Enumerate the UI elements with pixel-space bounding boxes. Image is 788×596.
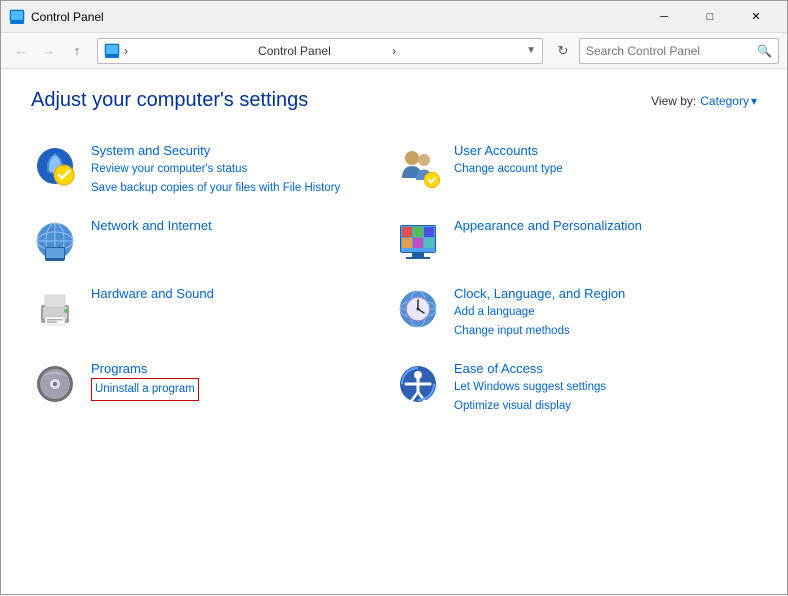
- address-sep2: ›: [392, 44, 522, 58]
- category-hardware: Hardware and Sound: [31, 275, 394, 350]
- address-text: ›: [124, 44, 254, 58]
- up-button[interactable]: ↑: [65, 39, 89, 63]
- system-security-link-1[interactable]: Review your computer's status: [91, 160, 384, 178]
- user-accounts-icon: [394, 142, 442, 190]
- programs-content: Programs Uninstall a program: [91, 360, 384, 401]
- network-icon: [31, 217, 79, 265]
- category-appearance: Appearance and Personalization: [394, 207, 757, 275]
- title-bar: Control Panel ─ □ ✕: [1, 1, 787, 33]
- app-icon: [9, 9, 25, 25]
- back-button[interactable]: ←: [9, 39, 33, 63]
- programs-icon: [31, 360, 79, 408]
- network-title[interactable]: Network and Internet: [91, 217, 384, 235]
- appearance-content: Appearance and Personalization: [454, 217, 747, 235]
- window-title: Control Panel: [31, 10, 641, 24]
- category-clock: Clock, Language, and Region Add a langua…: [394, 275, 757, 350]
- clock-link-2[interactable]: Change input methods: [454, 322, 747, 340]
- programs-link-1[interactable]: Uninstall a program: [91, 378, 199, 400]
- system-security-content: System and Security Review your computer…: [91, 142, 384, 197]
- category-ease-of-access: Ease of Access Let Windows suggest setti…: [394, 350, 757, 425]
- system-security-icon: [31, 142, 79, 190]
- address-bar[interactable]: › Control Panel › ▼: [97, 38, 543, 64]
- ease-link-2[interactable]: Optimize visual display: [454, 397, 747, 415]
- address-dropdown-icon[interactable]: ▼: [526, 45, 536, 56]
- user-accounts-link-1[interactable]: Change account type: [454, 160, 747, 178]
- ease-of-access-content: Ease of Access Let Windows suggest setti…: [454, 360, 747, 415]
- user-accounts-content: User Accounts Change account type: [454, 142, 747, 179]
- hardware-content: Hardware and Sound: [91, 285, 384, 303]
- close-button[interactable]: ✕: [733, 1, 779, 33]
- appearance-icon: [394, 217, 442, 265]
- network-content: Network and Internet: [91, 217, 384, 235]
- hardware-title[interactable]: Hardware and Sound: [91, 285, 384, 303]
- view-by-dropdown[interactable]: Category ▾: [700, 94, 757, 108]
- search-bar[interactable]: 🔍: [579, 38, 779, 64]
- clock-link-1[interactable]: Add a language: [454, 303, 747, 321]
- nav-bar: ← → ↑ › Control Panel › ▼ ↻ 🔍: [1, 33, 787, 69]
- address-path: Control Panel: [258, 44, 388, 58]
- category-system-security: System and Security Review your computer…: [31, 132, 394, 207]
- clock-title[interactable]: Clock, Language, and Region: [454, 285, 747, 303]
- forward-button[interactable]: →: [37, 39, 61, 63]
- refresh-button[interactable]: ↻: [551, 39, 575, 63]
- page-title: Adjust your computer's settings: [31, 89, 308, 112]
- minimize-button[interactable]: ─: [641, 1, 687, 33]
- hardware-icon: [31, 285, 79, 333]
- clock-content: Clock, Language, and Region Add a langua…: [454, 285, 747, 340]
- view-by-label: View by:: [651, 94, 696, 108]
- ease-of-access-icon: [394, 360, 442, 408]
- category-programs: Programs Uninstall a program: [31, 350, 394, 425]
- categories-grid: System and Security Review your computer…: [31, 132, 757, 425]
- programs-title[interactable]: Programs: [91, 360, 384, 378]
- search-icon: 🔍: [757, 44, 772, 58]
- page-header: Adjust your computer's settings View by:…: [31, 89, 757, 112]
- ease-link-1[interactable]: Let Windows suggest settings: [454, 378, 747, 396]
- search-input[interactable]: [586, 44, 753, 58]
- category-user-accounts: User Accounts Change account type: [394, 132, 757, 207]
- clock-icon: [394, 285, 442, 333]
- ease-of-access-title[interactable]: Ease of Access: [454, 360, 747, 378]
- address-icon: [104, 43, 120, 59]
- user-accounts-title[interactable]: User Accounts: [454, 142, 747, 160]
- window-controls: ─ □ ✕: [641, 1, 779, 33]
- system-security-link-2[interactable]: Save backup copies of your files with Fi…: [91, 179, 384, 197]
- system-security-title[interactable]: System and Security: [91, 142, 384, 160]
- view-by-chevron-icon: ▾: [751, 94, 757, 108]
- category-network: Network and Internet: [31, 207, 394, 275]
- view-by-control: View by: Category ▾: [651, 94, 757, 108]
- main-content: Adjust your computer's settings View by:…: [1, 69, 787, 596]
- appearance-title[interactable]: Appearance and Personalization: [454, 217, 747, 235]
- maximize-button[interactable]: □: [687, 1, 733, 33]
